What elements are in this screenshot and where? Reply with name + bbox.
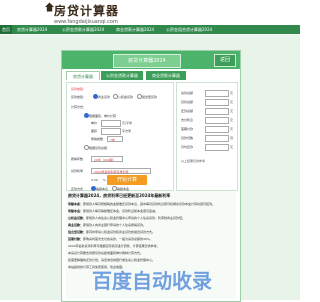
result-value-field (205, 108, 229, 115)
article-text: 即借款人向商业银行申请的个人住房按揭贷款。 (83, 223, 147, 227)
result-value-field (205, 144, 229, 151)
result-value-field (205, 99, 229, 106)
result-label: 月均还款 (181, 145, 194, 149)
years-select[interactable]: 20年（240期） (91, 156, 123, 162)
article-line: 2024年最新贷款利率可根据实际情况进行调整，计算结果仅供参考。 (68, 244, 234, 248)
result-value-field (205, 135, 229, 142)
article-line: 本房贷计算器支持按贷款总额或面积单价两种计算方式。 (68, 251, 234, 255)
result-value-field (205, 90, 229, 97)
loan-type-combo-label: 组合型贷款 (142, 95, 158, 99)
calculate-button[interactable]: 开始计算 (107, 175, 147, 185)
result-label: 房款总额 (181, 91, 194, 95)
panel-header: 房贷计算器2024 返回 (62, 51, 240, 69)
article-line: 如需更精确的还款计划，请咨询当地银行或住房公积金管理中心。 (68, 258, 234, 262)
result-value-field (205, 126, 229, 133)
article-term: 首期付款： (68, 237, 84, 241)
article-text: 即同时申请公积金贷款和商业贷款的组合贷款方式。 (86, 230, 156, 234)
result-label: 贷款总额 (181, 100, 194, 104)
by-area-label: 根据面积、单价计算 (89, 114, 117, 118)
result-label: 首期付款 (181, 127, 194, 131)
section-label: 贷款类别： (71, 87, 87, 91)
article-line: 等额本息：即借款人每月按相等的金额偿还贷款本息，其中每月贷款利息按月初剩余贷款本… (68, 202, 234, 206)
article-term: 商业贷款： (68, 223, 84, 227)
article-term: 公积金贷款： (68, 216, 87, 220)
rate-unit: % (103, 178, 106, 182)
area-input[interactable] (101, 128, 121, 135)
article-line: 组合型贷款：即同时申请公积金贷款和商业贷款的组合贷款方式。 (68, 230, 234, 234)
panel-title: 房贷计算器2024 (113, 54, 181, 68)
nav-item-home[interactable]: 首页 (0, 25, 12, 34)
article-term: 等额本金： (68, 209, 84, 213)
result-unit: 元 (230, 100, 234, 104)
ratio-select[interactable]: 7成 (107, 136, 123, 142)
nav-item-fund-loan[interactable]: 公积金贷款计算器2024 (60, 25, 106, 34)
price-label: 单价 (91, 121, 98, 125)
article-text: 本房贷计算器支持按贷款总额或面积单价两种计算方式。 (68, 251, 144, 255)
result-unit: 月 (230, 136, 234, 140)
rate-label: 贷款利率 (71, 169, 84, 173)
ratio-label: 按揭成数 (91, 137, 104, 141)
back-button[interactable]: 返回 (214, 54, 236, 67)
nav-item-commercial-loan[interactable]: 商业贷款计算器2024 (114, 25, 156, 34)
site-title: 房贷计算器 (54, 4, 120, 18)
article-line: 商业贷款：即借款人向商业银行申请的个人住房按揭贷款。 (68, 223, 234, 227)
article-title: 房贷计算器2024，房贷利率已经更新至2024年最新利率 (68, 193, 171, 198)
calc-method-label: 计算方式： (71, 105, 87, 109)
article-text: 即购房时首次支付的房款，一般为房款总额的30%。 (83, 237, 153, 241)
area-label: 面积 (91, 129, 98, 133)
article-text: 2024年最新贷款利率可根据实际情况进行调整，计算结果仅供参考。 (68, 244, 160, 248)
price-input[interactable] (101, 120, 121, 127)
article-text: 即借款人每月按相等的金额偿还贷款本息，其中每月贷款利息按月初剩余贷款本金计算并逐… (83, 202, 216, 206)
loan-type-commercial-label: 商业贷款 (98, 95, 111, 99)
result-unit: 元 (230, 91, 234, 95)
years-label: 按揭年数 (71, 157, 84, 161)
nav-item-combo-loan[interactable]: 公积金组合贷计算器2024 (164, 25, 214, 34)
article-line: 等额本金：即借款人每月等额偿还本金，贷款利息随本金逐月递减。 (68, 209, 234, 213)
result-label: 还款总额 (181, 109, 194, 113)
article-text: 如需更精确的还款计划，请咨询当地银行或住房公积金管理中心。 (68, 258, 156, 262)
rate-value: 4.30 (91, 178, 98, 182)
article-text: 即借款人向住房公积金管理中心申请的个人住房贷款，利率较商业贷款低。 (86, 216, 186, 220)
result-unit: 元 (230, 127, 234, 131)
article-line: 首期付款：即购房时首次支付的房款，一般为房款总额的30%。 (68, 237, 234, 241)
loan-type-fund-label: 公积金贷款 (118, 95, 134, 99)
tab-mortgage[interactable]: 房贷计算器 (66, 71, 100, 80)
loan-type-label: 贷款类别： (71, 95, 87, 99)
price-unit: 元/平米 (122, 121, 133, 125)
house-icon (45, 2, 54, 12)
article-term: 组合型贷款： (68, 230, 87, 234)
tab-fund-loan[interactable]: 公积金贷款计算器 (101, 71, 143, 80)
rate-select[interactable]: 2024年最新利率基准利率 (91, 168, 151, 174)
by-amount-label: 根据贷款总额 (89, 146, 108, 150)
result-unit: 元 (230, 109, 234, 113)
result-unit: 元 (230, 118, 234, 122)
main-nav: 首页 房贷计算器2024 公积金贷款计算器2024 商业贷款计算器2024 公积… (0, 25, 300, 34)
results-panel: 房款总额 元 贷款总额 元 还款总额 元 支付利息 元 首期付款 元 贷款月数 … (176, 82, 238, 191)
watermark-text: 百度自动收录 (92, 269, 212, 293)
result-label: 支付利息 (181, 118, 194, 122)
page-body: 房贷计算器2024 返回 房贷计算器 公积金贷款计算器 商业贷款计算器 贷款类别… (0, 35, 300, 302)
site-logo[interactable]: 房贷计算器 www.fangdaijisuanqi.com (45, 2, 120, 25)
tab-commercial-loan[interactable]: 商业贷款计算器 (146, 71, 186, 80)
site-header: 房贷计算器 www.fangdaijisuanqi.com (0, 0, 300, 25)
article-text: 即借款人每月等额偿还本金，贷款利息随本金逐月递减。 (83, 209, 159, 213)
calculator-tabs: 房贷计算器 公积金贷款计算器 商业贷款计算器 (62, 71, 240, 80)
result-value-field (205, 117, 229, 124)
results-note: 以上结果仅供参考 (181, 159, 206, 163)
result-label: 贷款月数 (181, 136, 194, 140)
area-unit: 平方米 (122, 129, 132, 133)
article-line: 公积金贷款：即借款人向住房公积金管理中心申请的个人住房贷款，利率较商业贷款低。 (68, 216, 234, 220)
article-term: 等额本息： (68, 202, 84, 206)
nav-item-mortgage[interactable]: 房贷计算器2024 (15, 25, 49, 34)
result-unit: 元 (230, 145, 234, 149)
